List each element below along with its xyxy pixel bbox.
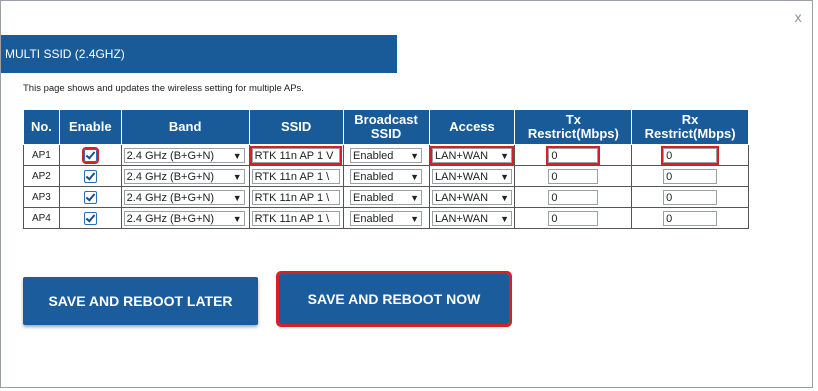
chevron-down-icon: ▼ — [410, 171, 420, 182]
save-and-reboot-now-button[interactable]: SAVE AND REBOOT NOW — [276, 271, 512, 327]
chevron-down-icon: ▼ — [232, 192, 242, 203]
chevron-down-icon: ▼ — [500, 171, 509, 182]
chevron-down-icon: ▼ — [500, 192, 509, 203]
chevron-down-icon: ▼ — [232, 171, 242, 182]
close-icon[interactable]: x — [794, 11, 802, 26]
ssid-input[interactable]: RTK 11n AP 1 \ — [251, 189, 340, 205]
band-value: 2.4 GHz (B+G+N) — [126, 191, 215, 204]
chevron-down-icon: ▼ — [500, 150, 509, 161]
chevron-down-icon: ▼ — [232, 150, 242, 161]
header-rx-line1: Rx — [681, 112, 699, 127]
broadcast-value: Enabled — [353, 170, 394, 183]
tx-restrict-input[interactable]: 0 — [548, 168, 599, 184]
multi-ssid-dialog: x MULTI SSID (2.4GHZ) This page shows an… — [0, 0, 813, 388]
rx-restrict-input[interactable]: 0 — [663, 168, 718, 184]
header-broadcast-ssid: Broadcast SSID — [342, 109, 430, 145]
row-number: AP2 — [23, 165, 60, 187]
header-rx-restrict: Rx Restrict(Mbps) — [631, 109, 749, 145]
rx-restrict-input[interactable]: 0 — [663, 210, 718, 226]
band-select[interactable]: 2.4 GHz (B+G+N) ▼ — [123, 147, 245, 163]
header-access: Access — [428, 109, 516, 145]
header-tx-line2: Restrict(Mbps) — [527, 126, 619, 141]
broadcast-value: Enabled — [353, 149, 394, 162]
band-value: 2.4 GHz (B+G+N) — [126, 170, 215, 183]
enable-checkbox[interactable] — [83, 190, 97, 204]
header-tx-restrict: Tx Restrict(Mbps) — [514, 109, 633, 145]
page-title: MULTI SSID (2.4GHZ) — [5, 47, 125, 61]
broadcast-select[interactable]: Enabled ▼ — [350, 210, 423, 226]
access-value: LAN+WAN — [434, 170, 489, 183]
broadcast-select[interactable]: Enabled ▼ — [350, 168, 423, 184]
access-select[interactable]: LAN+WAN ▼ — [431, 189, 512, 205]
ssid-input[interactable]: RTK 11n AP 1 \ — [251, 168, 340, 184]
table-header-row: No. Enable Band SSID Broadcast SSID Acce… — [23, 109, 749, 145]
broadcast-select[interactable]: Enabled ▼ — [350, 189, 423, 205]
chevron-down-icon: ▼ — [410, 213, 420, 224]
header-rx-line2: Restrict(Mbps) — [644, 126, 736, 141]
enable-checkbox[interactable] — [83, 211, 97, 225]
access-select[interactable]: LAN+WAN ▼ — [431, 210, 512, 226]
access-value: LAN+WAN — [434, 191, 489, 204]
tx-restrict-input[interactable]: 0 — [548, 210, 599, 226]
rx-restrict-input[interactable]: 0 — [663, 189, 718, 205]
page-title-bar: MULTI SSID (2.4GHZ) — [1, 35, 397, 73]
row-number: AP3 — [23, 186, 60, 208]
chevron-down-icon: ▼ — [410, 150, 420, 161]
chevron-down-icon: ▼ — [410, 192, 420, 203]
tx-restrict-input[interactable]: 0 — [548, 189, 599, 205]
chevron-down-icon: ▼ — [232, 213, 242, 224]
access-select[interactable]: LAN+WAN ▼ — [431, 168, 512, 184]
multi-ssid-table: No. Enable Band SSID Broadcast SSID Acce… — [23, 109, 749, 229]
ssid-input[interactable]: RTK 11n AP 1 V — [249, 145, 342, 165]
access-value: LAN+WAN — [434, 212, 489, 225]
band-value: 2.4 GHz (B+G+N) — [126, 149, 215, 162]
band-select[interactable]: 2.4 GHz (B+G+N) ▼ — [123, 189, 245, 205]
broadcast-value: Enabled — [353, 212, 394, 225]
page-description: This page shows and updates the wireless… — [23, 83, 304, 94]
table-row: AP3 2.4 GHz (B+G+N) ▼ RTK 11n AP 1 \ Enab… — [23, 186, 749, 208]
access-select[interactable]: LAN+WAN ▼ — [429, 145, 514, 165]
band-select[interactable]: 2.4 GHz (B+G+N) ▼ — [123, 168, 245, 184]
row-number: AP4 — [23, 207, 60, 229]
broadcast-value: Enabled — [353, 191, 394, 204]
enable-checkbox[interactable] — [83, 169, 97, 183]
broadcast-select[interactable]: Enabled ▼ — [350, 147, 423, 163]
ssid-input[interactable]: RTK 11n AP 1 \ — [251, 210, 340, 226]
row-number: AP1 — [23, 144, 60, 166]
table-row: AP4 2.4 GHz (B+G+N) ▼ RTK 11n AP 1 \ Enab… — [23, 207, 749, 229]
header-ssid: SSID — [248, 109, 344, 145]
rx-restrict-input[interactable]: 0 — [661, 145, 720, 165]
header-broadcast-line2: SSID — [370, 126, 402, 141]
header-band: Band — [120, 109, 250, 145]
save-and-reboot-later-button[interactable]: SAVE AND REBOOT LATER — [23, 277, 258, 325]
access-value: LAN+WAN — [434, 149, 489, 162]
table-row: AP2 2.4 GHz (B+G+N) ▼ RTK 11n AP 1 \ Enab… — [23, 165, 749, 187]
header-broadcast-line1: Broadcast — [354, 112, 418, 127]
table-row: AP1 2.4 GHz (B+G+N) ▼ RTK 11n AP 1 V Enab… — [23, 144, 749, 166]
chevron-down-icon: ▼ — [500, 213, 509, 224]
band-value: 2.4 GHz (B+G+N) — [126, 212, 215, 225]
header-enable: Enable — [58, 109, 122, 145]
header-no: No. — [23, 109, 60, 145]
band-select[interactable]: 2.4 GHz (B+G+N) ▼ — [123, 210, 245, 226]
header-tx-line1: Tx — [565, 112, 581, 127]
tx-restrict-input[interactable]: 0 — [546, 145, 601, 165]
enable-checkbox[interactable] — [81, 146, 99, 164]
